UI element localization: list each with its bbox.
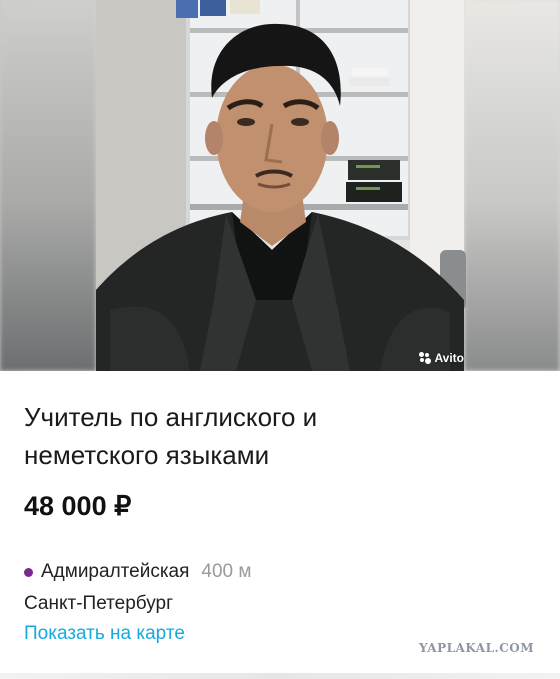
avito-badge: Avito — [419, 351, 464, 365]
watermark: YAPLAKAL.COM — [418, 641, 534, 655]
metro-station: Адмиралтейская — [41, 561, 190, 582]
show-on-map-link[interactable]: Показать на карте — [24, 623, 185, 645]
avito-logo-icon — [419, 352, 432, 364]
listing-title: Учитель по англиского и неметского языка… — [24, 402, 318, 470]
bottom-strip — [0, 673, 560, 679]
listing-price: 48 000 ₽ — [24, 491, 132, 521]
city: Санкт-Петербург — [24, 593, 174, 614]
avito-badge-text: Avito — [434, 351, 464, 365]
metro-distance: 400 м — [201, 561, 252, 582]
listing-photo[interactable]: Avito — [0, 0, 560, 371]
photo-scene — [96, 0, 466, 371]
metro-location: Адмиралтейская 400 м — [24, 561, 251, 583]
metro-line-dot-icon — [24, 567, 33, 577]
